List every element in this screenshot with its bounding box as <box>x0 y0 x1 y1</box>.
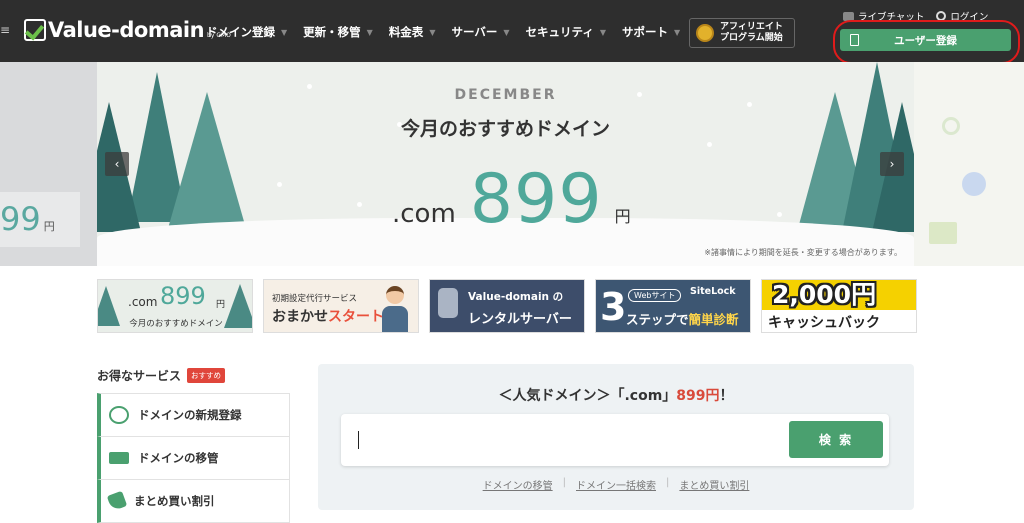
caret-down-icon: ▼ <box>429 27 436 37</box>
login-link[interactable]: ログイン <box>936 9 988 23</box>
promo-banners: .com 899 円 今月のおすすめドメイン 初期設定代行サービス おまかせスタ… <box>97 279 927 333</box>
logo[interactable]: Value-domain by GMO <box>24 17 231 43</box>
domain-search-panel: ＜人気ドメイン＞「.com」899円！ 検 索 ドメインの移管 | ドメイン一括… <box>318 364 914 510</box>
operator-illustration <box>382 286 408 332</box>
caret-down-icon: ▼ <box>281 27 288 37</box>
affiliate-line1: アフィリエイト <box>720 22 783 32</box>
www-icon <box>109 406 129 424</box>
nav-support[interactable]: サポート ▼ <box>622 24 680 40</box>
site-header: ≡ Value-domain by GMO ドメイン登録 ▼ 更新・移管 ▼ 料金表… <box>0 0 1024 64</box>
sitelock-logo: SiteLock <box>690 286 736 297</box>
nav-server[interactable]: サーバー ▼ <box>451 24 509 40</box>
link-bulk-search[interactable]: ドメイン一括検索 <box>576 477 656 492</box>
live-chat-link[interactable]: ライブチャット <box>843 9 924 23</box>
menu-icon[interactable]: ≡ <box>0 24 12 36</box>
carousel-next-slide-peek <box>914 62 1024 266</box>
link-bulk-discount[interactable]: まとめ買い割引 <box>679 477 749 492</box>
wordpress-icon <box>962 172 986 196</box>
logo-check-icon <box>24 19 46 41</box>
top-links: ライブチャット ログイン <box>843 9 1000 23</box>
nav-renew-transfer[interactable]: 更新・移管 ▼ <box>303 24 373 40</box>
tag-icon <box>106 490 128 512</box>
gear-icon <box>942 117 960 135</box>
tree-decoration <box>167 92 247 232</box>
user-register-button[interactable]: ユーザー登録 <box>840 29 1011 51</box>
login-icon <box>936 11 947 21</box>
nav-security[interactable]: セキュリティ ▼ <box>526 24 606 40</box>
hero-banner[interactable]: DECEMBER 今月のおすすめドメイン .com 899 円 ※諸事情により期… <box>97 62 914 266</box>
search-button[interactable]: 検 索 <box>789 421 883 458</box>
search-title: ＜人気ドメイン＞「.com」899円！ <box>498 388 734 404</box>
hero-month: DECEMBER <box>454 87 557 103</box>
chat-icon <box>843 11 854 21</box>
affiliate-button[interactable]: アフィリエイト プログラム開始 <box>689 18 795 48</box>
carousel-next-button[interactable]: › <box>880 152 904 176</box>
nav-pricing[interactable]: 料金表 ▼ <box>389 24 436 40</box>
link-domain-transfer[interactable]: ドメインの移管 <box>483 477 553 492</box>
text-cursor <box>358 431 359 449</box>
recommend-badge: おすすめ <box>187 368 226 383</box>
server-icon <box>438 288 458 318</box>
caret-down-icon: ▼ <box>599 27 606 37</box>
hero-title: 今月のおすすめドメイン <box>400 118 610 140</box>
caret-down-icon: ▼ <box>366 27 373 37</box>
main-nav: ドメイン登録 ▼ 更新・移管 ▼ 料金表 ▼ サーバー ▼ セキュリティ ▼ サポート ▼ <box>206 24 696 40</box>
domain-search-input[interactable] <box>353 424 773 456</box>
logo-text: Value-domain <box>48 18 205 42</box>
banner-cashback[interactable]: 2,000円 キャッシュバック <box>761 279 917 333</box>
service-bulk-discount[interactable]: まとめ買い割引 <box>97 479 290 523</box>
nav-domain-register[interactable]: ドメイン登録 ▼ <box>206 24 287 40</box>
banner-rental-server[interactable]: Value-domain の レンタルサーバー <box>429 279 585 333</box>
carousel-prev-slide-peek: 99 円 <box>0 62 97 266</box>
service-domain-transfer[interactable]: ドメインの移管 <box>97 436 290 480</box>
search-links: ドメインの移管 | ドメイン一括検索 | まとめ買い割引 <box>482 477 750 492</box>
hero-price: .com 899 円 <box>392 160 631 239</box>
banner-sitelock[interactable]: 3 Webサイト SiteLock ステップで簡単診断 <box>595 279 751 333</box>
search-box: 検 索 <box>341 414 889 466</box>
banner-com-price[interactable]: .com 899 円 今月のおすすめドメイン <box>97 279 253 333</box>
caret-down-icon: ▼ <box>673 27 681 37</box>
services-heading: お得なサービス おすすめ <box>97 367 226 384</box>
document-icon <box>850 34 859 46</box>
illustration-icon <box>929 222 957 244</box>
services-list: ドメインの新規登録 ドメインの移管 まとめ買い割引 <box>97 393 290 523</box>
caret-down-icon: ▼ <box>503 27 510 37</box>
affiliate-line2: プログラム開始 <box>720 33 783 43</box>
service-domain-register[interactable]: ドメインの新規登録 <box>97 393 290 437</box>
hero-disclaimer: ※諸事情により期間を延長・変更する場合があります。 <box>704 248 902 257</box>
carousel-prev-button[interactable]: ‹ <box>105 152 129 176</box>
banner-setup-service[interactable]: 初期設定代行サービス おまかせスタート <box>263 279 419 333</box>
truck-icon <box>109 452 129 464</box>
coin-icon <box>696 24 714 42</box>
